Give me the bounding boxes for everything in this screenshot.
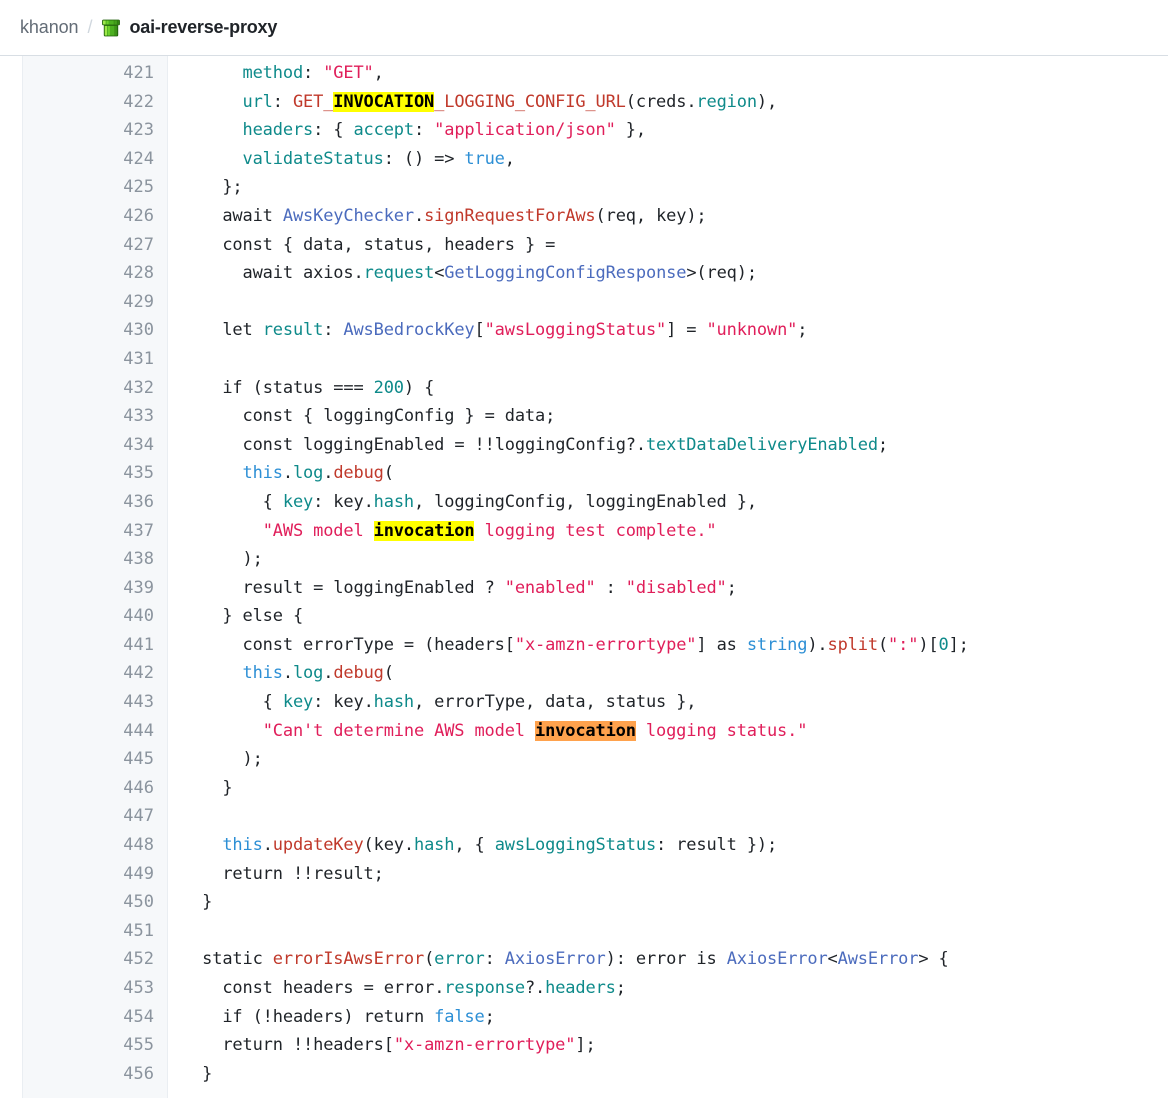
code-line[interactable]: "AWS model invocation logging test compl… [182,517,1168,546]
line-number[interactable]: 445 [23,745,167,774]
code-line[interactable]: } else { [182,602,1168,631]
code-line[interactable]: await AwsKeyChecker.signRequestForAws(re… [182,202,1168,231]
code-line[interactable]: const { data, status, headers } = [182,231,1168,260]
code-line[interactable]: headers: { accept: "application/json" }, [182,116,1168,145]
line-number[interactable]: 428 [23,259,167,288]
code-line[interactable]: await axios.request<GetLoggingConfigResp… [182,259,1168,288]
code-line[interactable]: result = loggingEnabled ? "enabled" : "d… [182,574,1168,603]
line-number[interactable]: 431 [23,345,167,374]
code-line[interactable]: if (status === 200) { [182,374,1168,403]
line-number[interactable]: 450 [23,888,167,917]
line-number[interactable]: 435 [23,459,167,488]
code-line[interactable]: url: GET_INVOCATION_LOGGING_CONFIG_URL(c… [182,88,1168,117]
line-number[interactable]: 453 [23,974,167,1003]
code-line[interactable]: return !!headers["x-amzn-errortype"]; [182,1031,1168,1060]
line-number[interactable]: 437 [23,517,167,546]
code-line[interactable]: const headers = error.response?.headers; [182,974,1168,1003]
code-line[interactable]: } [182,888,1168,917]
pipe-icon [101,18,121,38]
code-line[interactable]: } [182,774,1168,803]
line-number[interactable]: 433 [23,402,167,431]
breadcrumb-repo-link[interactable]: oai-reverse-proxy [101,17,277,38]
code-line[interactable]: const errorType = (headers["x-amzn-error… [182,631,1168,660]
code-line[interactable]: ); [182,745,1168,774]
code-line[interactable]: return !!result; [182,860,1168,889]
line-number[interactable]: 454 [23,1003,167,1032]
search-match-active: invocation [534,720,636,741]
line-number[interactable]: 443 [23,688,167,717]
line-number[interactable]: 436 [23,488,167,517]
repo-header: khanon / oai-reverse-proxy [0,0,1168,56]
code-content[interactable]: method: "GET", url: GET_INVOCATION_LOGGI… [168,56,1168,1098]
line-number[interactable]: 429 [23,288,167,317]
line-number[interactable]: 430 [23,316,167,345]
code-line[interactable]: }; [182,173,1168,202]
line-number[interactable]: 447 [23,802,167,831]
code-line[interactable]: const loggingEnabled = !!loggingConfig?.… [182,431,1168,460]
code-line[interactable]: validateStatus: () => true, [182,145,1168,174]
code-line[interactable]: static errorIsAwsError(error: AxiosError… [182,945,1168,974]
line-number[interactable]: 425 [23,173,167,202]
line-number[interactable]: 452 [23,945,167,974]
line-number[interactable]: 427 [23,231,167,260]
line-number[interactable]: 439 [23,574,167,603]
line-number[interactable]: 424 [23,145,167,174]
code-line[interactable]: "Can't determine AWS model invocation lo… [182,717,1168,746]
line-number[interactable]: 456 [23,1060,167,1089]
code-line[interactable]: this.updateKey(key.hash, { awsLoggingSta… [182,831,1168,860]
line-number[interactable]: 440 [23,602,167,631]
line-number[interactable]: 426 [23,202,167,231]
search-match: invocation [373,520,475,541]
code-viewer[interactable]: 421 422 423 424 425 426 427 428 429 430 … [0,56,1168,1098]
line-number[interactable]: 432 [23,374,167,403]
code-line[interactable] [182,288,1168,317]
breadcrumb-owner-link[interactable]: khanon [20,17,79,38]
code-line[interactable]: { key: key.hash, loggingConfig, loggingE… [182,488,1168,517]
line-number[interactable]: 455 [23,1031,167,1060]
line-number[interactable]: 434 [23,431,167,460]
line-number[interactable]: 421 [23,59,167,88]
code-line[interactable] [182,917,1168,946]
line-number[interactable]: 442 [23,659,167,688]
line-number[interactable]: 448 [23,831,167,860]
line-number[interactable]: 422 [23,88,167,117]
code-line[interactable]: { key: key.hash, errorType, data, status… [182,688,1168,717]
code-line[interactable]: this.log.debug( [182,659,1168,688]
code-line[interactable]: ); [182,545,1168,574]
code-line[interactable]: method: "GET", [182,59,1168,88]
line-number[interactable]: 451 [23,917,167,946]
line-number[interactable]: 423 [23,116,167,145]
breadcrumb-separator: / [87,17,93,37]
code-line[interactable] [182,802,1168,831]
repo-name-text: oai-reverse-proxy [129,17,278,37]
code-line[interactable]: } [182,1060,1168,1089]
code-line[interactable]: let result: AwsBedrockKey["awsLoggingSta… [182,316,1168,345]
line-number[interactable]: 444 [23,717,167,746]
line-number[interactable]: 449 [23,860,167,889]
code-line[interactable]: const { loggingConfig } = data; [182,402,1168,431]
code-line[interactable]: if (!headers) return false; [182,1003,1168,1032]
code-line[interactable] [182,345,1168,374]
line-number-gutter: 421 422 423 424 425 426 427 428 429 430 … [22,56,168,1098]
search-match: INVOCATION [333,91,435,112]
code-line[interactable]: this.log.debug( [182,459,1168,488]
line-number[interactable]: 446 [23,774,167,803]
line-number[interactable]: 441 [23,631,167,660]
line-number[interactable]: 438 [23,545,167,574]
